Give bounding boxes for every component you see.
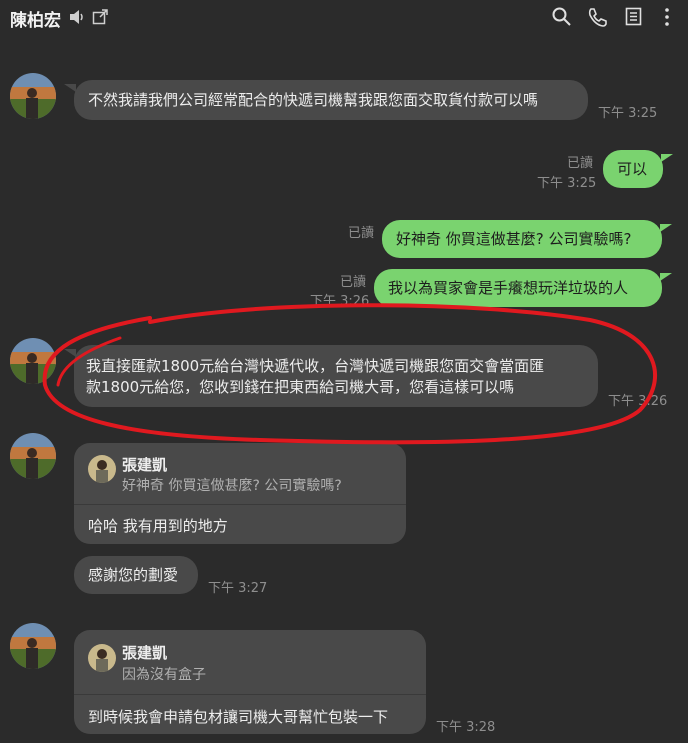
read-receipt: 已讀 bbox=[567, 156, 594, 171]
avatar-photo-icon bbox=[10, 433, 56, 479]
quoted-avatar bbox=[88, 644, 116, 672]
chat-header: 陳柏宏 bbox=[0, 0, 688, 34]
bubble-tail bbox=[661, 154, 673, 162]
speaker-icon[interactable] bbox=[68, 9, 86, 25]
message-text: 不然我請我們公司經常配合的快遞司機幫我跟您面交取貨付款可以嗎 bbox=[88, 91, 539, 109]
message-bubble[interactable]: 好神奇 你買這做甚麼? 公司實驗嗎? bbox=[382, 220, 662, 258]
sender-avatar[interactable] bbox=[10, 623, 56, 669]
bubble-tail bbox=[660, 273, 672, 281]
avatar-photo-icon bbox=[10, 338, 56, 384]
message-time: 下午 3:27 bbox=[208, 581, 268, 596]
message-text: 可以 bbox=[617, 160, 648, 178]
quoted-sender-name: 張建凱 bbox=[122, 456, 168, 474]
search-icon[interactable] bbox=[552, 7, 571, 26]
message-bubble[interactable]: 我直接匯款1800元給台灣快遞代收，台灣快遞司機跟您面交會當面匯 款1800元給… bbox=[74, 345, 598, 407]
sender-avatar[interactable] bbox=[10, 73, 56, 119]
notes-icon[interactable] bbox=[625, 7, 642, 26]
read-receipt: 已讀 bbox=[348, 226, 375, 241]
reply-card[interactable]: 張建凱 好神奇 你買這做甚麼? 公司實驗嗎? 哈哈 我有用到的地方 bbox=[74, 443, 406, 544]
message-time: 下午 3:26 bbox=[310, 294, 370, 309]
message-text-line: 我直接匯款1800元給台灣快遞代收，台灣快遞司機跟您面交會當面匯 bbox=[86, 357, 545, 375]
message-bubble[interactable]: 我以為買家會是手癢想玩洋垃圾的人 bbox=[374, 269, 662, 307]
reply-card[interactable]: 張建凱 因為沒有盒子 到時候我會申請包材讓司機大哥幫忙包裝一下 bbox=[74, 630, 426, 734]
quoted-avatar bbox=[88, 455, 116, 483]
quoted-message-text: 因為沒有盒子 bbox=[122, 667, 206, 683]
message-time: 下午 3:26 bbox=[608, 394, 668, 409]
quoted-message-text: 好神奇 你買這做甚麼? 公司實驗嗎? bbox=[122, 478, 342, 494]
message-bubble[interactable]: 感謝您的劃愛 bbox=[74, 556, 198, 594]
read-receipt: 已讀 bbox=[340, 275, 367, 290]
message-text: 好神奇 你買這做甚麼? 公司實驗嗎? bbox=[396, 230, 632, 248]
message-time: 下午 3:28 bbox=[436, 720, 496, 735]
phone-icon[interactable] bbox=[587, 7, 607, 27]
quoted-sender-name: 張建凱 bbox=[122, 644, 168, 662]
message-time: 下午 3:25 bbox=[598, 106, 658, 121]
message-text: 哈哈 我有用到的地方 bbox=[88, 517, 228, 535]
sender-avatar[interactable] bbox=[10, 338, 56, 384]
quoted-avatar-icon bbox=[88, 455, 116, 483]
external-window-icon[interactable] bbox=[92, 8, 109, 25]
reply-divider bbox=[74, 694, 426, 695]
message-bubble[interactable]: 不然我請我們公司經常配合的快遞司機幫我跟您面交取貨付款可以嗎 bbox=[74, 80, 588, 120]
bubble-tail bbox=[660, 224, 672, 232]
sender-avatar[interactable] bbox=[10, 433, 56, 479]
message-text: 到時候我會申請包材讓司機大哥幫忙包裝一下 bbox=[88, 708, 389, 726]
chat-title[interactable]: 陳柏宏 bbox=[10, 6, 61, 31]
more-vertical-icon[interactable] bbox=[664, 7, 670, 27]
message-bubble[interactable]: 可以 bbox=[603, 150, 663, 188]
message-time: 下午 3:25 bbox=[537, 176, 597, 191]
avatar-photo-icon bbox=[10, 73, 56, 119]
avatar-photo-icon bbox=[10, 623, 56, 669]
message-text: 感謝您的劃愛 bbox=[88, 566, 179, 584]
message-text-line: 款1800元給您，您收到錢在把東西給司機大哥，您看這樣可以嗎 bbox=[86, 378, 515, 396]
message-text: 我以為買家會是手癢想玩洋垃圾的人 bbox=[388, 279, 629, 297]
quoted-avatar-icon bbox=[88, 644, 116, 672]
reply-divider bbox=[74, 504, 406, 505]
